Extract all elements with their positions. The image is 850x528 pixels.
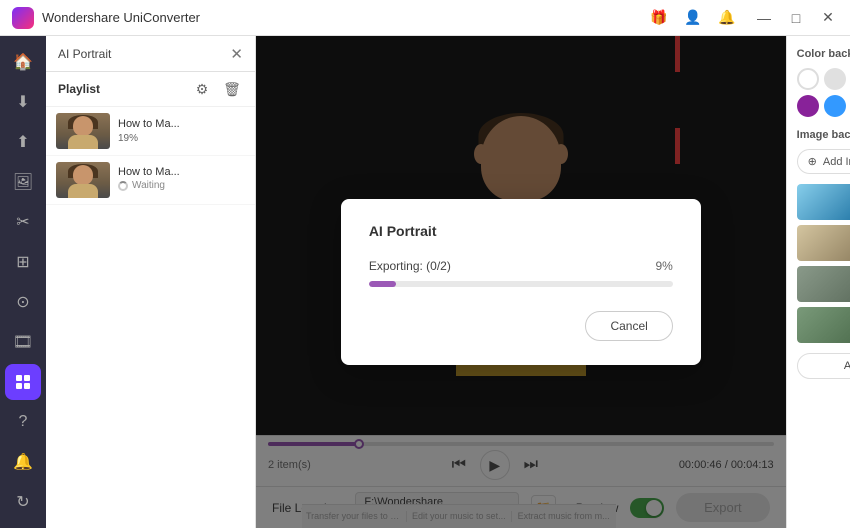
main-content: 2 item(s) ⏮ ▶ ⏭ 00:00:46 / 00:04:13 File… xyxy=(256,36,786,528)
playlist-item-2[interactable]: How to Ma... Waiting xyxy=(46,156,255,205)
sidebar-item-home[interactable]: 🏠 xyxy=(5,44,41,80)
title-bar-icons: 🎁 👤 🔔 xyxy=(646,5,740,31)
modal-progress-bar xyxy=(369,281,673,287)
bell-icon[interactable]: 🔔 xyxy=(714,5,740,31)
thumb-body-1 xyxy=(68,135,98,149)
color-bg-title: Color background: xyxy=(797,48,850,60)
image-bg-title: Image background: xyxy=(797,129,850,141)
color-swatch-white[interactable] xyxy=(797,68,819,90)
minimize-button[interactable]: — xyxy=(750,4,778,32)
bg-image-3[interactable] xyxy=(797,225,850,261)
user-icon[interactable]: 👤 xyxy=(680,5,706,31)
middle-panel: AI Portrait ✕ Playlist ⚙ 🗑 xyxy=(46,36,256,528)
color-swatch-light-gray[interactable] xyxy=(824,68,846,90)
playlist-thumb-2 xyxy=(56,162,110,198)
app-title: Wondershare UniConverter xyxy=(42,10,200,25)
playlist-header: Playlist ⚙ 🗑 xyxy=(46,72,255,107)
bg-image-7[interactable] xyxy=(797,307,850,343)
sidebar-item-refresh[interactable]: ↻ xyxy=(5,484,41,520)
sidebar-bottom: ? 🔔 ↻ xyxy=(5,404,41,528)
color-swatch-purple[interactable] xyxy=(797,95,819,117)
thumb-person-1 xyxy=(56,113,110,149)
modal-title: AI Portrait xyxy=(369,223,673,239)
modal-percent: 9% xyxy=(655,259,672,273)
color-grid xyxy=(797,68,850,117)
thumb-body-2 xyxy=(68,184,98,198)
playlist-settings-button[interactable]: ⚙ xyxy=(191,78,213,100)
add-image-button[interactable]: ⊕ Add Image xyxy=(797,149,850,174)
modal-cancel-button[interactable]: Cancel xyxy=(585,311,672,341)
modal-overlay: AI Portrait Exporting: (0/2) 9% Cancel xyxy=(256,36,786,528)
apply-to-all-button[interactable]: Apply to All xyxy=(797,353,850,379)
sidebar-item-question[interactable]: ? xyxy=(5,404,41,440)
sidebar-item-download[interactable]: ⬇ xyxy=(5,84,41,120)
modal-progress-fill xyxy=(369,281,396,287)
sidebar-item-grid[interactable]: ⊞ xyxy=(5,244,41,280)
sidebar-item-upload[interactable]: ⬆ xyxy=(5,124,41,160)
bg-image-5[interactable] xyxy=(797,266,850,302)
sidebar-item-cut[interactable]: ✂ xyxy=(5,204,41,240)
playlist-name-1: How to Ma... xyxy=(118,118,245,130)
playlist-actions: ⚙ 🗑 xyxy=(191,78,243,100)
plus-icon: ⊕ xyxy=(808,155,817,168)
gift-icon[interactable]: 🎁 xyxy=(646,5,672,31)
ai-portrait-header: AI Portrait ✕ xyxy=(46,36,255,72)
playlist-status-2: Waiting xyxy=(118,180,165,191)
waiting-spinner xyxy=(118,181,128,191)
playlist-percent-1: 19% xyxy=(118,133,245,144)
ai-portrait-modal: AI Portrait Exporting: (0/2) 9% Cancel xyxy=(341,199,701,365)
thumb-face-1 xyxy=(73,116,93,136)
playlist-name-2: How to Ma... xyxy=(118,166,245,178)
thumb-face-2 xyxy=(73,165,93,185)
playlist-thumb-1 xyxy=(56,113,110,149)
sidebar: 🏠 ⬇ ⬆ 🖼 ✂ ⊞ ⊙ 🎞 ? 🔔 ↻ xyxy=(0,36,46,528)
playlist-delete-button[interactable]: 🗑 xyxy=(221,78,243,100)
playlist-info-1: How to Ma... 19% xyxy=(110,118,245,144)
sidebar-item-film[interactable]: 🎞 xyxy=(5,324,41,360)
sidebar-item-bell[interactable]: 🔔 xyxy=(5,444,41,480)
playlist-item[interactable]: How to Ma... 19% xyxy=(46,107,255,156)
close-button[interactable]: ✕ xyxy=(814,4,842,32)
thumb-person-2 xyxy=(56,162,110,198)
sidebar-item-target[interactable]: ⊙ xyxy=(5,284,41,320)
modal-status-text: Exporting: (0/2) xyxy=(369,259,451,273)
window-controls: — □ ✕ xyxy=(750,0,842,35)
playlist-info-2: How to Ma... Waiting xyxy=(110,166,245,194)
maximize-button[interactable]: □ xyxy=(782,4,810,32)
right-panel: Color background: Image background: ⊕ Ad… xyxy=(786,36,850,528)
color-swatch-blue[interactable] xyxy=(824,95,846,117)
panel-title: AI Portrait xyxy=(58,47,111,61)
app-logo xyxy=(12,7,34,29)
sidebar-item-tools[interactable] xyxy=(5,364,41,400)
bg-image-1[interactable] xyxy=(797,184,850,220)
app-body: 🏠 ⬇ ⬆ 🖼 ✂ ⊞ ⊙ 🎞 ? 🔔 ↻ AI Portrait ✕ xyxy=(0,36,850,528)
sidebar-item-image[interactable]: 🖼 xyxy=(5,164,41,200)
modal-status: Exporting: (0/2) 9% xyxy=(369,259,673,273)
playlist-title: Playlist xyxy=(58,82,100,96)
modal-actions: Cancel xyxy=(369,311,673,341)
title-bar: Wondershare UniConverter 🎁 👤 🔔 — □ ✕ xyxy=(0,0,850,36)
panel-close-button[interactable]: ✕ xyxy=(230,45,243,63)
image-grid xyxy=(797,184,850,343)
